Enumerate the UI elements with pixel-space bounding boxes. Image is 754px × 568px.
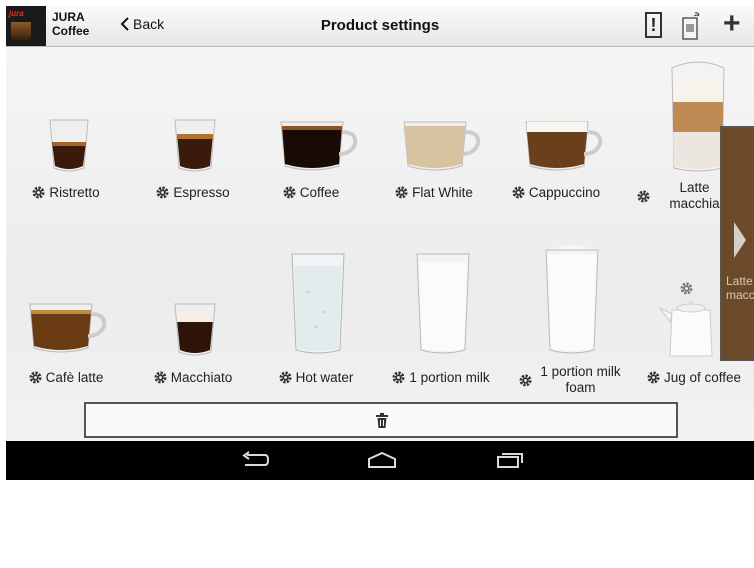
brand-line-2: Coffee — [52, 24, 90, 38]
product-name: Macchiato — [170, 370, 233, 385]
gear-icon[interactable] — [279, 371, 292, 384]
product-espresso[interactable]: Espresso — [133, 54, 253, 204]
coffee-jug-icon — [659, 301, 713, 357]
product-name: 1 portion milk — [409, 370, 490, 385]
product-1-portion-milk-foam[interactable]: 1 portion milk foam — [512, 242, 632, 402]
product-cafe-latte[interactable]: Cafè latte — [6, 242, 126, 392]
product-name-line-1: Latte — [679, 180, 710, 195]
product-label: 1 portion milk foam — [512, 362, 632, 398]
page-title: Product settings — [320, 17, 440, 34]
product-ristretto[interactable]: Ristretto — [6, 54, 126, 204]
flat-white-cup-icon — [403, 121, 481, 171]
product-name: 1 portion milk foam — [536, 364, 626, 396]
gear-icon[interactable] — [154, 371, 167, 384]
product-coffee[interactable]: Coffee — [251, 54, 371, 204]
gear-icon[interactable] — [29, 371, 42, 384]
product-name: Coffee — [299, 185, 340, 200]
top-bar: jura JURA Coffee Back Product settings !… — [6, 6, 754, 47]
gear-icon[interactable] — [283, 186, 296, 199]
product-label: Cappuccino — [496, 185, 616, 200]
product-label: Cafè latte — [6, 370, 126, 385]
product-name-line-2: foam — [565, 380, 596, 395]
product-name: Cafè latte — [45, 370, 104, 385]
product-name: Cappuccino — [528, 185, 601, 200]
product-macchiato[interactable]: Macchiato — [133, 242, 253, 392]
back-button[interactable]: Back — [120, 16, 164, 32]
gear-icon[interactable] — [32, 186, 45, 199]
espresso-glass-icon — [174, 119, 216, 172]
product-label: Espresso — [133, 185, 253, 200]
exclamation-icon[interactable]: ! — [645, 12, 662, 38]
product-name: Ristretto — [49, 185, 100, 200]
product-name: Jug of coffee — [663, 370, 742, 385]
system-navigation-bar — [6, 441, 754, 480]
product-label: Macchiato — [133, 370, 253, 385]
plus-icon: + — [723, 7, 741, 40]
coffee-cup-icon — [280, 121, 358, 171]
product-name: Hot water — [295, 370, 354, 385]
back-icon[interactable] — [241, 451, 269, 469]
product-label: 1 portion milk — [381, 370, 501, 385]
gear-icon[interactable] — [637, 190, 650, 203]
gear-icon[interactable] — [392, 371, 405, 384]
product-label: Hot water — [256, 370, 376, 385]
product-jug-of-coffee[interactable]: Jug of coffee — [634, 242, 754, 392]
chevron-left-icon — [120, 17, 129, 31]
product-flat-white[interactable]: Flat White — [374, 54, 494, 204]
gear-icon[interactable] — [395, 186, 408, 199]
macchiato-glass-icon — [174, 303, 216, 356]
product-1-portion-milk[interactable]: 1 portion milk — [381, 242, 501, 392]
gear-icon[interactable] — [647, 371, 660, 384]
app-screen: jura JURA Coffee Back Product settings !… — [6, 6, 754, 480]
trash-icon — [376, 413, 388, 428]
brand-line-1: JURA — [52, 10, 85, 24]
product-cappuccino[interactable]: Cappuccino — [496, 54, 616, 204]
cafe-latte-cup-icon — [29, 303, 107, 353]
coffee-machine-icon[interactable] — [682, 12, 700, 40]
product-label: Coffee — [251, 185, 371, 200]
back-label: Back — [133, 16, 165, 32]
ristretto-glass-icon — [49, 119, 89, 172]
product-label: Ristretto — [6, 185, 126, 200]
milk-glass-icon — [416, 253, 470, 354]
gear-icon[interactable] — [512, 186, 525, 199]
jura-logo: jura — [6, 6, 46, 46]
home-icon[interactable] — [367, 451, 397, 469]
hot-water-glass-icon — [291, 253, 345, 354]
gear-icon[interactable] — [680, 282, 693, 295]
gear-icon[interactable] — [519, 374, 532, 387]
milk-foam-glass-icon — [545, 245, 599, 354]
product-label: Jug of coffee — [634, 370, 754, 385]
product-name-line-1: 1 portion milk — [540, 364, 621, 379]
latte-macchiato-glass-icon — [671, 61, 725, 172]
cappuccino-cup-icon — [525, 115, 603, 171]
trash-drop-zone[interactable] — [84, 402, 678, 438]
gear-icon[interactable] — [156, 186, 169, 199]
add-button[interactable]: + — [723, 9, 741, 39]
product-hot-water[interactable]: Hot water — [256, 242, 376, 392]
recents-icon[interactable] — [496, 451, 524, 469]
product-name: Flat White — [412, 185, 473, 200]
product-name-line-2: macchia — [669, 196, 720, 211]
brand-name: JURA Coffee — [52, 10, 89, 38]
product-label: Flat White — [374, 185, 494, 200]
product-name: Espresso — [173, 185, 230, 200]
